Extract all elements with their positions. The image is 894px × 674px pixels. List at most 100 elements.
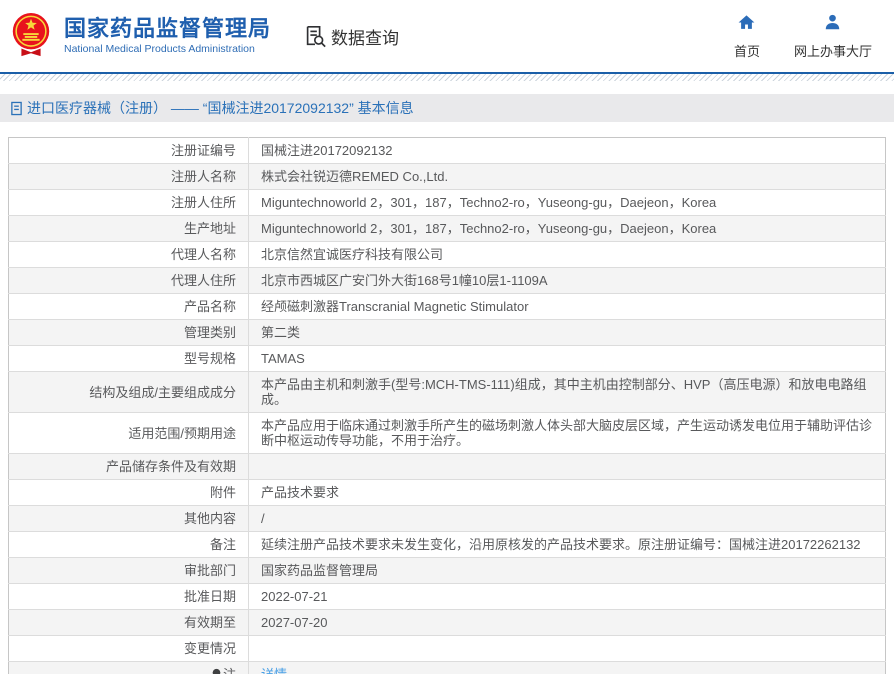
row-value: 北京市西城区广安门外大街168号1幢10层1-1109A [249, 268, 886, 294]
nav-online-service-hall-label: 网上办事大厅 [794, 41, 872, 60]
row-label-text: 注册人名称 [171, 169, 236, 184]
row-label: 批准日期 [9, 584, 249, 610]
row-label: 产品储存条件及有效期 [9, 454, 249, 480]
table-row: 结构及组成/主要组成成分本产品由主机和刺激手(型号:MCH-TMS-111)组成… [9, 372, 886, 413]
table-row: 变更情况 [9, 636, 886, 662]
row-value: TAMAS [249, 346, 886, 372]
brand-logo-block: 国家药品监督管理局 National Medical Products Admi… [8, 11, 271, 61]
table-row: 代理人住所北京市西城区广安门外大街168号1幢10层1-1109A [9, 268, 886, 294]
row-label: 注册人住所 [9, 190, 249, 216]
row-label-text: 适用范围/预期用途 [128, 426, 236, 441]
table-row: 管理类别第二类 [9, 320, 886, 346]
row-value: 本产品应用于临床通过刺激手所产生的磁场刺激人体头部大脑皮层区域，产生运动诱发电位… [249, 413, 886, 454]
row-label: 代理人名称 [9, 242, 249, 268]
row-label: 适用范围/预期用途 [9, 413, 249, 454]
row-value: 北京信然宜诚医疗科技有限公司 [249, 242, 886, 268]
row-label: 变更情况 [9, 636, 249, 662]
note-bulb-icon [211, 668, 222, 674]
info-table-body: 注册证编号国械注进20172092132注册人名称株式会社锐迈德REMED Co… [9, 138, 886, 674]
row-label: 产品名称 [9, 294, 249, 320]
nav-home-label: 首页 [734, 41, 760, 60]
row-label: 生产地址 [9, 216, 249, 242]
row-value: 2022-07-21 [249, 584, 886, 610]
table-row: 代理人名称北京信然宜诚医疗科技有限公司 [9, 242, 886, 268]
site-header: 国家药品监督管理局 National Medical Products Admi… [0, 0, 894, 72]
row-label: 结构及组成/主要组成成分 [9, 372, 249, 413]
table-row: 型号规格 TAMAS [9, 346, 886, 372]
row-label-text: 注册人住所 [171, 195, 236, 210]
row-label-text: 附件 [210, 485, 236, 500]
registration-info-table: 注册证编号国械注进20172092132注册人名称株式会社锐迈德REMED Co… [8, 137, 886, 674]
row-label-text: 型号规格 [184, 351, 236, 366]
table-row: 产品储存条件及有效期 [9, 454, 886, 480]
row-value: 延续注册产品技术要求未发生变化，沿用原核发的产品技术要求。原注册证编号：国械注进… [249, 532, 886, 558]
row-label: 代理人住所 [9, 268, 249, 294]
table-row: 注册证编号国械注进20172092132 [9, 138, 886, 164]
row-label: 有效期至 [9, 610, 249, 636]
row-value [249, 454, 886, 480]
row-label-text: 代理人住所 [171, 273, 236, 288]
row-label-text: 代理人名称 [171, 247, 236, 262]
row-value: 详情 [249, 662, 886, 674]
document-icon [10, 101, 23, 116]
row-label: 审批部门 [9, 558, 249, 584]
table-row: 产品名称经颅磁刺激器Transcranial Magnetic Stimulat… [9, 294, 886, 320]
row-label: 注 [9, 662, 249, 674]
row-value [249, 636, 886, 662]
row-label-text: 其他内容 [184, 511, 236, 526]
data-query-label: 数据查询 [331, 24, 399, 49]
registration-info-table-wrap: 注册证编号国械注进20172092132注册人名称株式会社锐迈德REMED Co… [8, 137, 886, 674]
data-query-nav[interactable]: 数据查询 [303, 24, 399, 49]
row-label: 其他内容 [9, 506, 249, 532]
row-value: 产品技术要求 [249, 480, 886, 506]
row-label: 注册人名称 [9, 164, 249, 190]
hatch-pattern-band [0, 74, 894, 81]
row-label-text: 产品名称 [184, 299, 236, 314]
site-title: 国家药品监督管理局 [64, 16, 271, 42]
row-label-text: 注 [223, 667, 236, 674]
nav-home[interactable]: 首页 [734, 13, 760, 60]
home-icon [737, 13, 756, 37]
row-value: 本产品由主机和刺激手(型号:MCH-TMS-111)组成，其中主机由控制部分、H… [249, 372, 886, 413]
site-title-block: 国家药品监督管理局 National Medical Products Admi… [64, 16, 271, 56]
row-value: Miguntechnoworld 2，301，187，Techno2-ro，Yu… [249, 216, 886, 242]
nav-online-service-hall[interactable]: 网上办事大厅 [794, 13, 872, 60]
table-row: 注册人名称株式会社锐迈德REMED Co.,Ltd. [9, 164, 886, 190]
row-value: Miguntechnoworld 2，301，187，Techno2-ro，Yu… [249, 190, 886, 216]
row-label-text: 产品储存条件及有效期 [106, 459, 236, 474]
row-label: 备注 [9, 532, 249, 558]
row-value: / [249, 506, 886, 532]
national-emblem-icon [8, 11, 54, 61]
top-nav: 首页 网上办事大厅 [734, 13, 872, 60]
row-value: 2027-07-20 [249, 610, 886, 636]
table-row: 批准日期 2022-07-21 [9, 584, 886, 610]
row-value: 国家药品监督管理局 [249, 558, 886, 584]
row-label-text: 注册证编号 [171, 143, 236, 158]
breadcrumb: 进口医疗器械（注册） —— “国械注进20172092132” 基本信息 [0, 94, 894, 122]
table-row: 生产地址Miguntechnoworld 2，301，187，Techno2-r… [9, 216, 886, 242]
table-row: 有效期至 2027-07-20 [9, 610, 886, 636]
row-label-text: 管理类别 [184, 325, 236, 340]
row-label-text: 批准日期 [184, 589, 236, 604]
row-label: 附件 [9, 480, 249, 506]
row-label-text: 审批部门 [184, 563, 236, 578]
table-row: 其他内容 / [9, 506, 886, 532]
table-row: 审批部门国家药品监督管理局 [9, 558, 886, 584]
row-label-text: 备注 [210, 537, 236, 552]
row-value: 第二类 [249, 320, 886, 346]
table-row: 注 详情 [9, 662, 886, 674]
row-value: 国械注进20172092132 [249, 138, 886, 164]
table-row: 注册人住所 Miguntechnoworld 2，301，187，Techno2-… [9, 190, 886, 216]
site-subtitle: National Medical Products Administration [64, 42, 271, 56]
person-icon [823, 13, 842, 37]
table-row: 备注延续注册产品技术要求未发生变化，沿用原核发的产品技术要求。原注册证编号：国械… [9, 532, 886, 558]
row-label: 注册证编号 [9, 138, 249, 164]
table-row: 附件产品技术要求 [9, 480, 886, 506]
row-value: 经颅磁刺激器Transcranial Magnetic Stimulator [249, 294, 886, 320]
row-label-text: 有效期至 [184, 615, 236, 630]
table-row: 适用范围/预期用途本产品应用于临床通过刺激手所产生的磁场刺激人体头部大脑皮层区域… [9, 413, 886, 454]
details-link[interactable]: 详情 [261, 667, 287, 674]
breadcrumb-text: 进口医疗器械（注册） —— “国械注进20172092132” 基本信息 [27, 98, 414, 118]
row-label-text: 结构及组成/主要组成成分 [89, 385, 236, 400]
row-value: 株式会社锐迈德REMED Co.,Ltd. [249, 164, 886, 190]
